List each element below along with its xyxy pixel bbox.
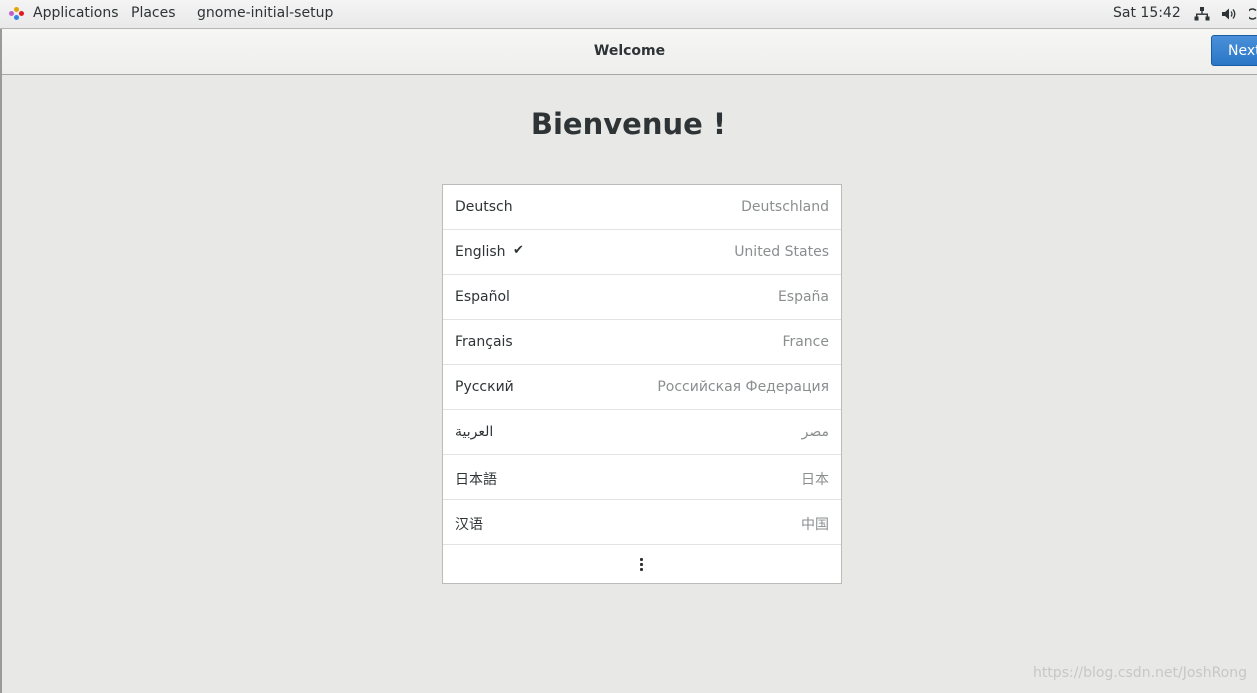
language-region: 日本 bbox=[801, 472, 829, 488]
language-row-japanese[interactable]: 日本語 日本 bbox=[443, 455, 841, 500]
language-name: 汉语 bbox=[455, 517, 483, 533]
language-name: Русский bbox=[455, 379, 514, 395]
language-row-chinese[interactable]: 汉语 中国 bbox=[443, 500, 841, 545]
applications-menu[interactable]: Applications bbox=[33, 5, 119, 21]
language-name: العربية bbox=[455, 424, 494, 440]
page-title: Bienvenue ! bbox=[530, 107, 727, 141]
language-region: France bbox=[782, 334, 829, 350]
language-region: United States bbox=[734, 244, 829, 260]
language-row-arabic[interactable]: العربية مصر bbox=[443, 410, 841, 455]
language-row-francais[interactable]: Français France bbox=[443, 320, 841, 365]
language-name: Deutsch bbox=[455, 199, 513, 215]
header-title: Welcome bbox=[593, 43, 666, 59]
language-region: Deutschland bbox=[741, 199, 829, 215]
places-menu[interactable]: Places bbox=[131, 5, 176, 21]
language-list: Deutsch Deutschland English ✔ United Sta… bbox=[442, 184, 842, 584]
language-row-english[interactable]: English ✔ United States bbox=[443, 230, 841, 275]
more-languages-button[interactable] bbox=[443, 545, 841, 584]
volume-icon[interactable] bbox=[1221, 7, 1237, 21]
language-region: 中国 bbox=[801, 517, 829, 533]
next-button[interactable]: Next bbox=[1211, 35, 1257, 66]
checkmark-icon: ✔ bbox=[513, 243, 524, 258]
applications-icon bbox=[9, 7, 25, 21]
language-name: Español bbox=[455, 289, 510, 305]
power-icon[interactable] bbox=[1249, 7, 1257, 21]
watermark: https://blog.csdn.net/JoshRong bbox=[1032, 665, 1247, 681]
language-name: English bbox=[455, 244, 506, 260]
header-bar: Welcome Next bbox=[2, 29, 1257, 75]
language-name: 日本語 bbox=[455, 472, 497, 488]
language-region: مصر bbox=[801, 424, 829, 440]
clock[interactable]: Sat 15:42 bbox=[1113, 5, 1181, 21]
top-panel: Applications Places gnome-initial-setup … bbox=[0, 0, 1257, 29]
language-row-deutsch[interactable]: Deutsch Deutschland bbox=[443, 185, 841, 230]
language-region: Российская Федерация bbox=[657, 379, 829, 395]
language-row-russian[interactable]: Русский Российская Федерация bbox=[443, 365, 841, 410]
network-icon[interactable] bbox=[1194, 7, 1210, 21]
language-name: Français bbox=[455, 334, 513, 350]
language-region: España bbox=[777, 289, 829, 305]
more-vertical-icon bbox=[640, 558, 644, 573]
language-row-espanol[interactable]: Español España bbox=[443, 275, 841, 320]
app-menu[interactable]: gnome-initial-setup bbox=[197, 5, 333, 21]
